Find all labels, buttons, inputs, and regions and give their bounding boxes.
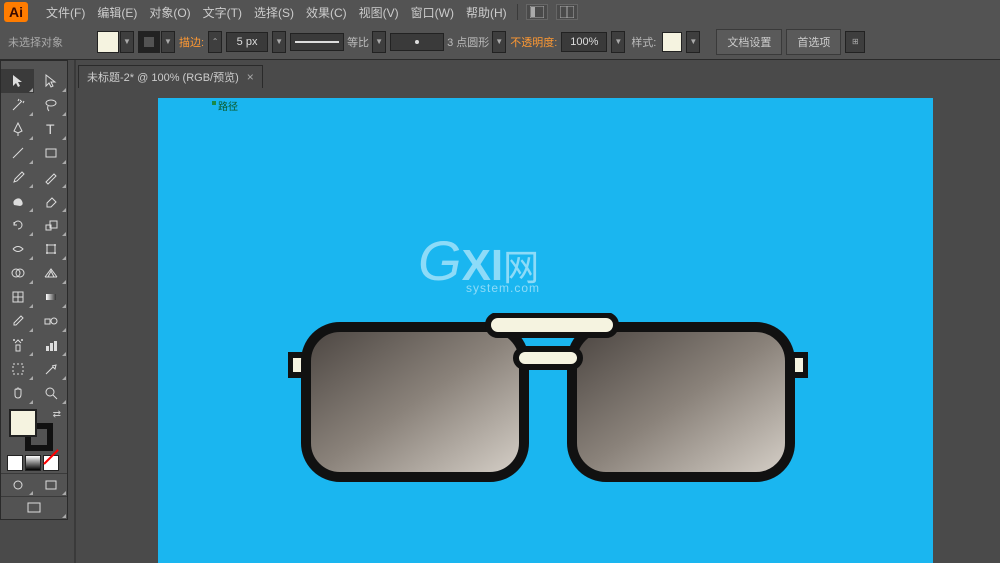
magic-wand-tool[interactable] (1, 93, 34, 117)
menu-window[interactable]: 窗口(W) (405, 0, 460, 25)
layout-toggle-2[interactable] (556, 4, 578, 20)
preferences-button[interactable]: 首选项 (786, 29, 841, 55)
stroke-dropdown-icon[interactable]: ▼ (161, 31, 175, 53)
column-graph-tool[interactable] (34, 333, 67, 357)
rectangle-tool[interactable] (34, 141, 67, 165)
graphic-style-swatch[interactable] (662, 32, 682, 52)
screen-mode-tool[interactable] (34, 474, 67, 496)
stroke-width-down-icon[interactable]: ⌃ (208, 31, 222, 53)
color-mode-row (1, 453, 67, 473)
document-tab-title: 未标题-2* @ 100% (RGB/预览) (87, 69, 239, 85)
main-menubar: Ai 文件(F) 编辑(E) 对象(O) 文字(T) 选择(S) 效果(C) 视… (0, 0, 1000, 24)
stroke-color-swatch[interactable] (138, 31, 160, 53)
zoom-tool[interactable] (34, 381, 67, 405)
artboard-tool[interactable] (1, 357, 34, 381)
selection-tool[interactable] (1, 69, 34, 93)
eyedropper-tool[interactable] (1, 309, 34, 333)
stroke-profile-preview[interactable] (290, 33, 344, 51)
stroke-width-input[interactable] (226, 32, 268, 52)
canvas-area[interactable]: 路径 GXI网 system.com (78, 88, 1000, 563)
app-logo-icon: Ai (4, 2, 28, 22)
symbol-sprayer-tool[interactable] (1, 333, 34, 357)
menu-object[interactable]: 对象(O) (143, 0, 196, 25)
document-tab[interactable]: 未标题-2* @ 100% (RGB/预览) × (78, 65, 263, 89)
blob-brush-tool[interactable] (1, 189, 34, 213)
screen-mode-button[interactable] (1, 497, 67, 519)
fill-color-swatch[interactable] (97, 31, 119, 53)
path-indicator-label: 路径 (218, 98, 238, 113)
close-tab-icon[interactable]: × (247, 70, 254, 84)
screen-mode-row (1, 473, 67, 496)
blend-tool[interactable] (34, 309, 67, 333)
style-label: 样式: (629, 34, 658, 50)
brush-dd-icon[interactable]: ▼ (492, 31, 506, 53)
gradient-color-icon[interactable] (25, 455, 41, 471)
eraser-tool[interactable] (34, 189, 67, 213)
opacity-input[interactable] (561, 32, 607, 52)
lasso-tool[interactable] (34, 93, 67, 117)
brush-label: 3 点圆形 (445, 34, 491, 50)
toolbox-fill-swatch[interactable] (9, 409, 37, 437)
gradient-tool[interactable] (34, 285, 67, 309)
watermark-g: G (418, 229, 462, 292)
fill-dropdown-icon[interactable]: ▼ (120, 31, 134, 53)
watermark: GXI网 system.com (418, 228, 540, 295)
style-dd-icon[interactable]: ▼ (686, 31, 700, 53)
path-anchor-icon (212, 101, 216, 105)
free-transform-tool[interactable] (34, 237, 67, 261)
profile-dd-icon[interactable]: ▼ (372, 31, 386, 53)
panel-divider (74, 60, 76, 563)
menu-select[interactable]: 选择(S) (248, 0, 300, 25)
brush-preview[interactable] (390, 33, 444, 51)
stroke-width-dd-icon[interactable]: ▼ (272, 31, 286, 53)
menu-effect[interactable]: 效果(C) (300, 0, 353, 25)
scale-tool[interactable] (34, 213, 67, 237)
mesh-tool[interactable] (1, 285, 34, 309)
stroke-label[interactable]: 描边: (179, 34, 204, 50)
solid-color-icon[interactable] (7, 455, 23, 471)
rotate-tool[interactable] (1, 213, 34, 237)
type-tool[interactable]: T (34, 117, 67, 141)
artboard[interactable]: 路径 GXI网 system.com (158, 98, 933, 563)
layout-toggle-1[interactable] (526, 4, 548, 20)
menu-help[interactable]: 帮助(H) (460, 0, 513, 25)
profile-label: 等比 (345, 34, 371, 50)
menu-type[interactable]: 文字(T) (197, 0, 248, 25)
prefs-extra-icon[interactable]: ⊞ (845, 31, 865, 53)
width-tool[interactable] (1, 237, 34, 261)
hand-tool[interactable] (1, 381, 34, 405)
opacity-dd-icon[interactable]: ▼ (611, 31, 625, 53)
direct-selection-tool[interactable] (34, 69, 67, 93)
svg-text:T: T (46, 121, 55, 137)
color-picker[interactable]: ⇄ (1, 405, 67, 453)
draw-mode-tool[interactable] (1, 474, 34, 496)
document-tabbar: 未标题-2* @ 100% (RGB/预览) × (78, 66, 263, 88)
line-tool[interactable] (1, 141, 34, 165)
slice-tool[interactable] (34, 357, 67, 381)
menu-separator (517, 4, 518, 20)
menu-view[interactable]: 视图(V) (353, 0, 405, 25)
opacity-label[interactable]: 不透明度: (510, 34, 557, 50)
none-color-icon[interactable] (43, 455, 59, 471)
watermark-sys: system.com (466, 281, 540, 295)
artwork-sunglasses[interactable] (288, 313, 808, 493)
menu-edit[interactable]: 编辑(E) (91, 0, 143, 25)
perspective-grid-tool[interactable] (34, 261, 67, 285)
shape-builder-tool[interactable] (1, 261, 34, 285)
pen-tool[interactable] (1, 117, 34, 141)
document-setup-button[interactable]: 文档设置 (716, 29, 782, 55)
toolbox: T ⇄ (0, 60, 68, 520)
selection-status: 未选择对象 (8, 34, 93, 50)
paintbrush-tool[interactable] (1, 165, 34, 189)
pencil-tool[interactable] (34, 165, 67, 189)
menu-file[interactable]: 文件(F) (40, 0, 91, 25)
swap-colors-icon[interactable]: ⇄ (53, 409, 61, 420)
control-bar: 未选择对象 ▼ ▼ 描边: ⌃ ▼ 等比 ▼ 3 点圆形 ▼ 不透明度: ▼ 样… (0, 24, 1000, 60)
